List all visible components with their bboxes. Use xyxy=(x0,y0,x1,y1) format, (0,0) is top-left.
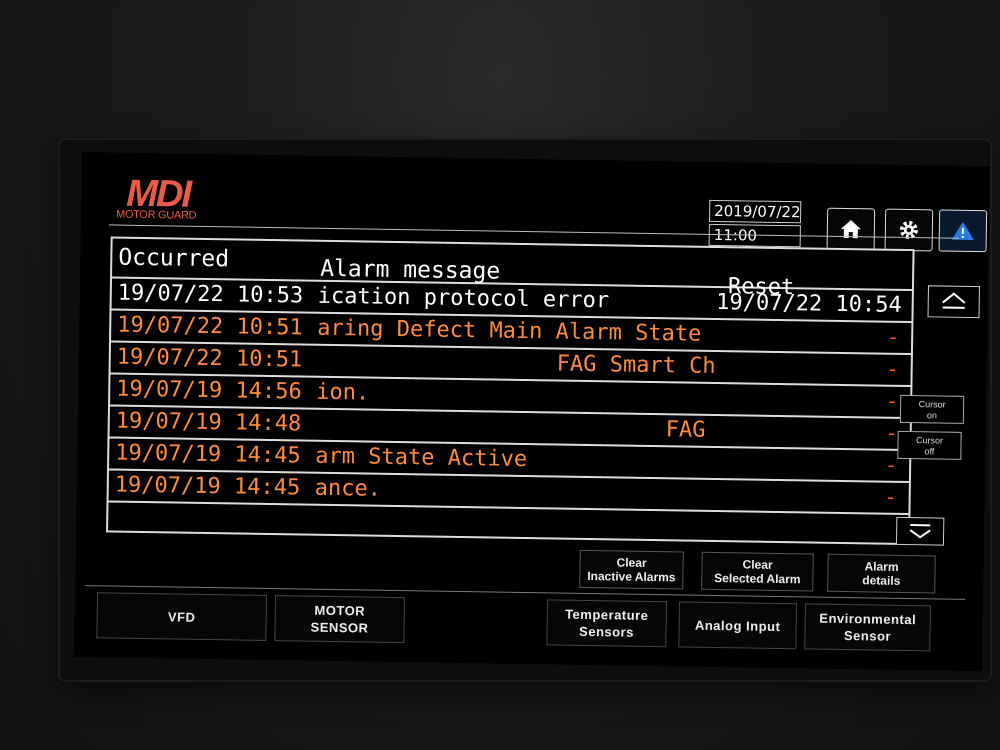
cursor-off-button[interactable]: Cursor off xyxy=(897,430,962,460)
cursor-on-line1: Cursor xyxy=(918,399,946,410)
alarm-reset-time: - xyxy=(886,324,900,349)
nav-temperature-line2: Sensors xyxy=(579,623,635,640)
nav-environmental-line1: Environmental xyxy=(819,610,917,628)
alarm-details-line1: Alarm xyxy=(864,559,899,574)
clear-selected-alarm-button[interactable]: Clear Selected Alarm xyxy=(701,551,814,592)
nav-motor-sensor-button[interactable]: MOTOR SENSOR xyxy=(274,595,406,644)
alarm-reset-time: - xyxy=(886,356,899,381)
alarm-button[interactable] xyxy=(938,209,988,253)
home-button[interactable] xyxy=(826,207,876,251)
alarm-table: Occurred Alarm message Reset 19/07/22 10… xyxy=(106,236,915,546)
alarm-reset-time: - xyxy=(885,420,898,445)
header-occurred: Occurred xyxy=(118,244,230,273)
alarm-message: ance. xyxy=(314,475,382,502)
alarm-reset-time: - xyxy=(885,388,899,413)
alarm-reset-time: 19/07/22 10:54 xyxy=(716,289,902,318)
alarm-message: aring Defect Main Alarm State xyxy=(317,315,702,347)
nav-motor-line1: MOTOR xyxy=(314,602,366,619)
nav-analog-label: Analog Input xyxy=(694,617,781,634)
alarm-details-line2: details xyxy=(862,573,901,588)
settings-button[interactable] xyxy=(884,208,934,252)
alarm-occurred-time: 19/07/22 10:53 xyxy=(117,280,304,309)
cursor-on-button[interactable]: Cursor on xyxy=(899,394,965,424)
scroll-up-button[interactable] xyxy=(927,285,981,319)
alarm-message: ication protocol error xyxy=(317,283,610,314)
header-message: Alarm message xyxy=(319,255,501,285)
alarm-occurred-time: 19/07/19 14:45 xyxy=(114,472,301,501)
alarm-occurred-time: 19/07/19 14:45 xyxy=(115,440,301,469)
clear-inactive-line2: Inactive Alarms xyxy=(587,568,676,585)
chevron-up-icon xyxy=(942,292,966,309)
nav-temperature-line1: Temperature xyxy=(565,606,649,623)
cursor-off-line1: Cursor xyxy=(915,435,944,446)
alarm-details-button[interactable]: Alarm details xyxy=(827,553,936,594)
clear-inactive-alarms-button[interactable]: Clear Inactive Alarms xyxy=(579,549,684,590)
alarm-occurred-time: 19/07/22 10:51 xyxy=(116,344,303,373)
alarm-message: FAG Smart Ch xyxy=(556,351,716,379)
alarm-message: ion. xyxy=(316,379,370,406)
datetime-display: 2019/07/22 11:00 xyxy=(708,199,802,248)
alarm-occurred-time: 19/07/19 14:56 xyxy=(116,376,302,405)
alarm-message: FAG xyxy=(665,417,706,443)
cursor-on-line2: on xyxy=(926,410,938,421)
logo-tagline: MOTOR GUARD xyxy=(115,208,197,222)
clear-inactive-line1: Clear xyxy=(616,555,647,570)
chevron-down-icon xyxy=(909,524,931,539)
date-display: 2019/07/22 xyxy=(708,199,802,224)
nav-environmental-line2: Sensor xyxy=(843,628,892,644)
clear-selected-line2: Selected Alarm xyxy=(714,570,801,587)
scroll-down-button[interactable] xyxy=(895,516,945,546)
nav-temperature-sensors-button[interactable]: Temperature Sensors xyxy=(546,599,668,648)
nav-vfd-label: VFD xyxy=(167,608,196,625)
nav-analog-input-button[interactable]: Analog Input xyxy=(678,601,797,650)
alarm-occurred-time: 19/07/22 10:51 xyxy=(117,312,303,341)
alarm-reset-time: - xyxy=(884,452,898,477)
hmi-screen: MDI MOTOR GUARD 2019/07/22 11:00 Occurre… xyxy=(74,152,990,672)
alarm-rows: 19/07/22 10:53 ication protocol error 19/0… xyxy=(108,278,912,516)
mdi-logo: MDI MOTOR GUARD xyxy=(116,173,227,227)
clear-selected-line1: Clear xyxy=(742,557,773,572)
alarm-message: arm State Active xyxy=(315,443,528,473)
alarm-occurred-time: 19/07/19 14:48 xyxy=(115,408,302,437)
alarm-reset-time: - xyxy=(884,484,897,509)
nav-motor-line2: SENSOR xyxy=(310,619,369,636)
nav-environmental-sensor-button[interactable]: Environmental Sensor xyxy=(804,603,931,652)
cursor-off-line2: off xyxy=(924,446,935,457)
nav-vfd-button[interactable]: VFD xyxy=(96,592,268,641)
